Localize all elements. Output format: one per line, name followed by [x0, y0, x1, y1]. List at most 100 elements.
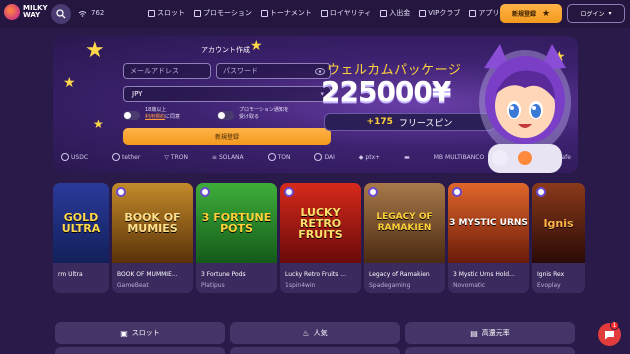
logo-text-line2: WAY	[23, 11, 41, 19]
game-thumbnail: GOLD ULTRA	[53, 183, 109, 263]
payment-usdc: USDC	[61, 153, 88, 161]
age-consent-label: 18歳以上 利用規約に同意	[145, 107, 181, 120]
payment-ton: TON	[267, 153, 291, 161]
nav-item-tournaments[interactable]: トーナメント	[260, 8, 312, 18]
signup-submit-button[interactable]: 新規登録	[123, 128, 331, 145]
nav-item-slots[interactable]: スロット	[148, 8, 185, 18]
solana-icon: ≡	[211, 153, 217, 161]
search-icon	[56, 9, 66, 19]
category-button-partial[interactable]	[230, 347, 400, 354]
chevron-down-icon: ▾	[608, 10, 612, 17]
chat-notification-badge: 1	[610, 321, 619, 330]
payment-dai: DAI	[314, 153, 335, 161]
game-provider: Evoplay	[537, 282, 561, 289]
game-art-title: LEGACY OF RAMAKIEN	[376, 212, 433, 233]
password-field[interactable]: パスワード	[216, 63, 331, 79]
provider-badge-icon	[284, 187, 294, 197]
game-provider: Novomatic	[453, 282, 486, 289]
wallet-icon	[380, 9, 388, 17]
provider-badge-icon	[116, 187, 126, 197]
provider-badge-icon	[368, 187, 378, 197]
game-title: 3 Fortune Pods	[201, 271, 246, 278]
category-button-partial[interactable]	[405, 347, 575, 354]
free-spins-label: フリースピン	[398, 118, 453, 129]
star-decoration-icon: ★	[250, 38, 263, 54]
fire-icon: ♨	[302, 328, 310, 338]
game-title: Legacy of Ramakien	[369, 271, 430, 278]
crown-icon	[419, 9, 427, 17]
search-button[interactable]	[51, 4, 71, 24]
ptx-icon: ◆	[358, 153, 364, 161]
category-high-rtp-button[interactable]: ▤ 高還元率	[405, 322, 575, 344]
payment-tether: tether	[111, 153, 140, 161]
welcome-banner: ★ ★ ★ ★ ★ アカウント作成 メールアドレス パスワード JPY ▾ 18…	[53, 36, 578, 173]
promo-consent-toggle[interactable]	[217, 111, 234, 120]
age-consent-toggle[interactable]	[123, 111, 140, 120]
category-popular-button[interactable]: ♨ 人気	[230, 322, 400, 344]
gift-icon	[194, 9, 201, 17]
game-card[interactable]: BOOK OF MUMIES BOOK OF MUMMIE... GameBea…	[112, 183, 193, 293]
free-spins-count: +175	[366, 117, 393, 127]
currency-select[interactable]: JPY ▾	[123, 86, 331, 102]
game-provider: Spadegaming	[369, 282, 411, 289]
provider-badge-icon	[200, 187, 210, 197]
games-carousel: GOLD ULTRA rm Ultra BOOK OF MUMIES BOOK …	[53, 183, 585, 293]
slots-icon: ▣	[120, 328, 128, 338]
payment-wallet: ▬	[404, 154, 410, 161]
site-logo[interactable]: MILKY WAY	[4, 4, 48, 20]
slots-icon	[148, 9, 155, 17]
game-art-title: GOLD ULTRA	[61, 211, 101, 235]
terms-link[interactable]: 利用規約	[145, 114, 165, 120]
game-art-title: 3 MYSTIC URNS	[449, 217, 528, 228]
payment-solana: ≡ SOLANA	[211, 153, 244, 161]
game-title: Ignis Rex	[537, 271, 565, 278]
game-card[interactable]: 3 FORTUNE POTS 3 Fortune Pods Platipus	[196, 183, 277, 293]
app-icon	[469, 9, 477, 17]
nav-item-vip[interactable]: VIPクラブ	[419, 8, 460, 18]
game-art-title: LUCKY RETRO FRUITS	[298, 205, 343, 241]
logo-mark-icon	[4, 4, 20, 20]
tron-icon: ▽	[164, 153, 169, 161]
game-card[interactable]: GOLD ULTRA rm Ultra	[53, 183, 109, 293]
dai-icon	[314, 153, 323, 161]
header-register-button[interactable]: 新規登録 ★	[500, 4, 562, 23]
star-decoration-icon: ★	[63, 75, 76, 91]
category-button-partial[interactable]	[55, 347, 225, 354]
ton-icon	[267, 153, 276, 161]
promo-consent-label: プロモーション通知を 受け取る	[239, 107, 289, 120]
login-button[interactable]: ログイン ▾	[567, 4, 625, 23]
game-card[interactable]: 3 MYSTIC URNS 3 Mystic Urns Hold... Novo…	[448, 183, 529, 293]
eye-icon[interactable]	[315, 68, 325, 75]
game-card[interactable]: Ignis Ignis Rex Evoplay	[532, 183, 585, 293]
tether-icon	[111, 153, 120, 161]
bonus-amount: 225000¥	[321, 75, 451, 108]
game-card[interactable]: LEGACY OF RAMAKIEN Legacy of Ramakien Sp…	[364, 183, 445, 293]
star-decoration-icon: ★	[85, 38, 105, 63]
main-nav: スロット プロモーション トーナメント ロイヤリティ 入出金 VIPクラブ アプ…	[148, 8, 520, 18]
multibanco-icon: MB	[433, 153, 444, 161]
online-count: 762	[91, 9, 105, 17]
trophy-icon	[260, 9, 268, 17]
wifi-icon	[78, 10, 87, 17]
game-art-title: Ignis	[543, 216, 574, 230]
nav-item-promotions[interactable]: プロモーション	[194, 8, 252, 18]
category-slots-button[interactable]: ▣ スロット	[55, 322, 225, 344]
game-card[interactable]: LUCKY RETRO FRUITS Lucky Retro Fruits ..…	[280, 183, 361, 293]
chart-icon: ▤	[470, 328, 478, 338]
provider-badge-icon	[536, 187, 546, 197]
top-header: MILKY WAY 762 スロット プロモーション トーナメント ロイヤリティ…	[0, 0, 630, 28]
wallet-brand-icon: ▬	[404, 153, 410, 161]
game-provider: Platipus	[201, 282, 225, 289]
nav-item-loyalty[interactable]: ロイヤリティ	[320, 8, 371, 18]
game-title: rm Ultra	[58, 271, 83, 278]
game-title: 3 Mystic Urns Hold...	[453, 271, 515, 278]
email-field[interactable]: メールアドレス	[123, 63, 211, 79]
usdc-icon	[61, 153, 69, 161]
nav-item-banking[interactable]: 入出金	[380, 8, 410, 18]
star-decoration-icon: ★	[93, 117, 104, 131]
game-title: BOOK OF MUMMIE...	[117, 271, 178, 278]
astronaut-mascot-illustration	[479, 44, 571, 173]
game-art-title: BOOK OF MUMIES	[124, 211, 181, 235]
game-title: Lucky Retro Fruits ...	[285, 271, 346, 278]
game-art-title: 3 FORTUNE POTS	[201, 211, 272, 235]
